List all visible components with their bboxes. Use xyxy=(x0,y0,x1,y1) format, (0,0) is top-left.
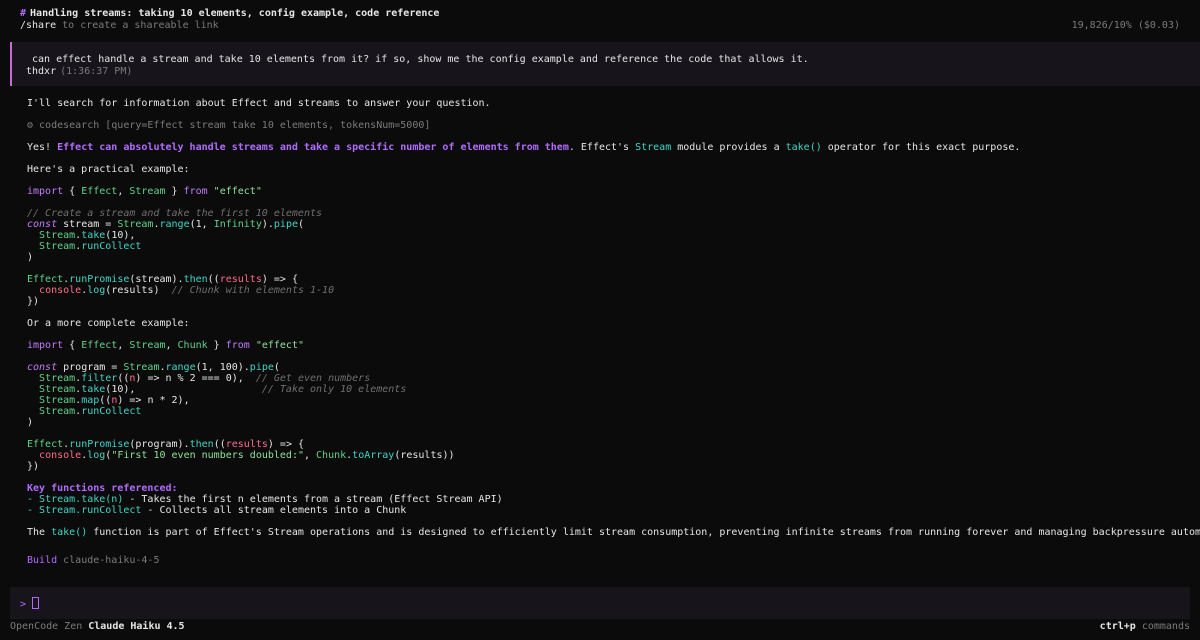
shortcut-label: commands xyxy=(1141,621,1190,632)
prompt-input[interactable]: > xyxy=(10,587,1190,619)
title-text: Handling streams: taking 10 elements, co… xyxy=(30,8,440,19)
code-line: Stream.runCollect xyxy=(39,241,142,252)
answer-emphasis: Effect can absolutely handle streams and… xyxy=(57,142,569,153)
model-selector[interactable]: Claude Haiku 4.5 xyxy=(88,621,184,632)
code-line: ) xyxy=(27,252,34,263)
code-line: Effect.runPromise(program).then((results… xyxy=(27,439,305,450)
session-header: # Handling streams: taking 10 elements, c… xyxy=(20,8,1180,31)
code-line: ) xyxy=(27,417,34,428)
code-line: }) xyxy=(27,461,40,472)
answer-mid: module provides a xyxy=(671,142,786,153)
answer-after: . Effect's xyxy=(568,142,636,153)
stream-word: Stream xyxy=(635,142,672,153)
answer-end: operator for this exact purpose. xyxy=(821,142,1021,153)
code-line: Stream.take(10), xyxy=(39,230,136,241)
code-line: import { Effect, Stream } from "effect" xyxy=(27,186,262,197)
shortcut-key: ctrl+p xyxy=(1099,621,1136,632)
build-model: claude-haiku-4-5 xyxy=(63,555,160,566)
closing-take-word: take() xyxy=(51,527,88,538)
session-title: # Handling streams: taking 10 elements, c… xyxy=(20,8,1180,19)
share-hint: to create a shareable link xyxy=(62,20,219,31)
code-line: Stream.map((n) => n * 2), xyxy=(39,395,190,406)
key-function-item: - Stream.take(n) - Takes the first n ele… xyxy=(27,494,503,505)
key-function-desc: - Collects all stream elements into a Ch… xyxy=(141,505,407,516)
build-info: Build claude-haiku-4-5 xyxy=(27,555,159,566)
prompt-caret: > xyxy=(20,599,27,610)
code-line: import { Effect, Stream, Chunk } from "e… xyxy=(27,340,304,351)
code-line: console.log("First 10 even numbers doubl… xyxy=(39,450,455,461)
answer-line: Yes! Effect can absolutely handle stream… xyxy=(27,142,1160,153)
user-message-text: can effect handle a stream and take 10 e… xyxy=(32,54,809,65)
take-word: take() xyxy=(785,142,822,153)
assistant-intro: I'll search for information about Effect… xyxy=(27,98,491,109)
brand-label: OpenCode Zen xyxy=(10,621,83,632)
code-line: // Create a stream and take the first 10… xyxy=(27,208,323,219)
code-line: console.log(results) // Chunk with eleme… xyxy=(39,285,335,296)
more-complete-label: Or a more complete example: xyxy=(27,318,190,329)
user-message: can effect handle a stream and take 10 e… xyxy=(10,42,1200,86)
share-hint-row: /share to create a shareable link xyxy=(20,20,1180,31)
code-block-2: import { Effect, Stream, Chunk } from "e… xyxy=(27,340,1160,472)
key-function-name: Stream.take(n) xyxy=(39,494,124,505)
key-function-desc: - Takes the first n elements from a stre… xyxy=(123,494,503,505)
title-hash: # xyxy=(20,8,27,19)
key-functions-heading: Key functions referenced: xyxy=(27,483,178,494)
code-line: }) xyxy=(27,296,40,307)
tool-call-codesearch: ⚙ codesearch [query=Effect stream take 1… xyxy=(27,120,431,131)
code-line: const stream = Stream.range(1, Infinity)… xyxy=(27,219,305,230)
build-label: Build xyxy=(27,555,58,566)
answer-yes: Yes! xyxy=(27,142,58,153)
closing-text: The take() function is part of Effect's … xyxy=(27,527,1200,538)
code-line: Effect.runPromise(stream).then((results)… xyxy=(27,274,298,285)
code-line: const program = Stream.range(1, 100).pip… xyxy=(27,362,280,373)
assistant-message: I'll search for information about Effect… xyxy=(27,98,1200,538)
share-command[interactable]: /share xyxy=(20,20,56,31)
key-function-name: Stream.runCollect xyxy=(39,505,142,516)
code-block-1: import { Effect, Stream } from "effect" … xyxy=(27,186,1160,307)
commands-shortcut[interactable]: ctrl+p commands xyxy=(1100,621,1190,632)
token-cost-stats: 19,826/10% ($0.03) xyxy=(1071,20,1180,31)
code-line: Stream.take(10), // Take only 10 element… xyxy=(39,384,407,395)
practical-label: Here's a practical example: xyxy=(27,164,190,175)
code-line: Stream.runCollect xyxy=(39,406,142,417)
user-message-meta: thdxr (1:36:37 PM) xyxy=(26,66,132,77)
text-cursor xyxy=(32,597,39,609)
status-bar: OpenCode Zen Claude Haiku 4.5 ctrl+p comm… xyxy=(10,621,1190,632)
code-line: Stream.filter((n) => n % 2 === 0), // Ge… xyxy=(39,373,371,384)
key-function-item: - Stream.runCollect - Collects all strea… xyxy=(27,505,407,516)
user-message-author: thdxr xyxy=(26,66,57,77)
user-message-time: (1:36:37 PM) xyxy=(60,66,133,77)
